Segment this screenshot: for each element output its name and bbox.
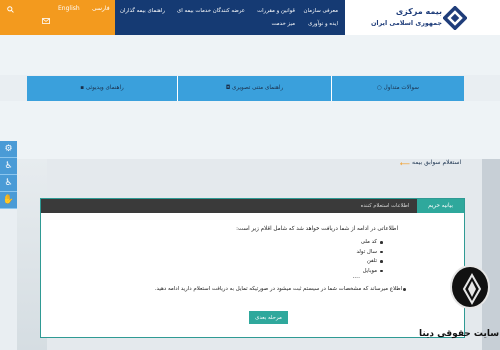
logo-subtitle: جمهوری اسلامی ایران (370, 19, 442, 27)
list-item: سال تولد (356, 248, 383, 258)
nav-providers[interactable]: عرضه کنندگان خدمات بیمه ای (177, 8, 245, 14)
sign-language-icon[interactable]: ✋ (0, 192, 17, 209)
text-guide-link[interactable]: ◘ راهنمای متنی تصویری (178, 76, 331, 101)
video-guide-link[interactable]: ▪ راهنمای ویدیوئی (27, 76, 177, 101)
inquiry-card: اطلاعات استعلام کننده بیانیه حریم خصوصی … (40, 198, 465, 338)
notice-text: اطلاع میرساند که مشخصات شما در سیستم ثبت… (154, 286, 402, 292)
logo-title: بیمه مرکزی (395, 7, 442, 16)
lang-farsi[interactable]: فارسی (92, 5, 110, 12)
question-icon: ○ (377, 85, 384, 91)
wheelchair-icon[interactable]: ♿ (0, 175, 17, 192)
site-header: English فارسی معرفی سازمان قوانین و مقرر… (0, 0, 500, 35)
content-spacer (0, 101, 500, 159)
lang-english[interactable]: English (58, 5, 80, 12)
right-margin (482, 159, 500, 350)
watermark-logo-icon (450, 265, 490, 309)
logo-area[interactable]: بیمه مرکزی جمهوری اسلامی ایران (345, 0, 500, 35)
list-item: کد ملی (356, 238, 383, 248)
quick-links-bar: ▪ راهنمای ویدیوئی ◘ راهنمای متنی تصویری … (27, 76, 464, 101)
breadcrumb: استعلام سوابق بیمه (412, 159, 462, 166)
search-icon[interactable] (7, 6, 14, 13)
list-item: تلفن (356, 257, 383, 267)
nav-policyholders[interactable]: راهنمای بیمه گذاران (120, 8, 165, 14)
mail-icon[interactable] (42, 18, 50, 25)
nav-about[interactable]: معرفی سازمان (304, 8, 339, 14)
faq-link[interactable]: ○ سوالات متداول (332, 76, 464, 101)
nav-innovation[interactable]: ایده و نوآوری (308, 21, 338, 27)
header-utility-bar: English فارسی (0, 0, 115, 35)
list-item: موبایل (356, 267, 383, 277)
nav-service-desk[interactable]: میز خدمت (271, 21, 295, 27)
logo-icon (443, 6, 467, 30)
breadcrumb-arrow-icon: ⟵ (400, 160, 411, 168)
next-step-button[interactable]: مرحله بعدی (249, 311, 288, 324)
bullet (403, 288, 406, 291)
watermark-text: سایت حقوقی دینا (419, 329, 500, 339)
gear-icon[interactable]: ⚙ (0, 141, 17, 158)
accessibility-icon[interactable]: ♿ (0, 158, 17, 175)
ellipsis: .... (352, 273, 360, 280)
main-nav: معرفی سازمان قوانین و مقررات عرضه کنندگا… (115, 0, 345, 35)
intro-text: اطلاعاتی در ادامه از شما دریافت خواهد شد… (236, 226, 398, 232)
required-items-list: کد ملی سال تولد تلفن موبایل (356, 238, 383, 276)
tab-strip: اطلاعات استعلام کننده بیانیه حریم خصوصی (41, 199, 464, 223)
tab-privacy-statement[interactable]: بیانیه حریم خصوصی (417, 199, 464, 223)
accessibility-toolbar: ⚙ ♿ ♿ ✋ (0, 141, 17, 209)
nav-laws[interactable]: قوانین و مقررات (257, 8, 295, 14)
header-spacer (0, 35, 500, 75)
tab-inquirer-info[interactable]: اطلاعات استعلام کننده (353, 199, 417, 213)
